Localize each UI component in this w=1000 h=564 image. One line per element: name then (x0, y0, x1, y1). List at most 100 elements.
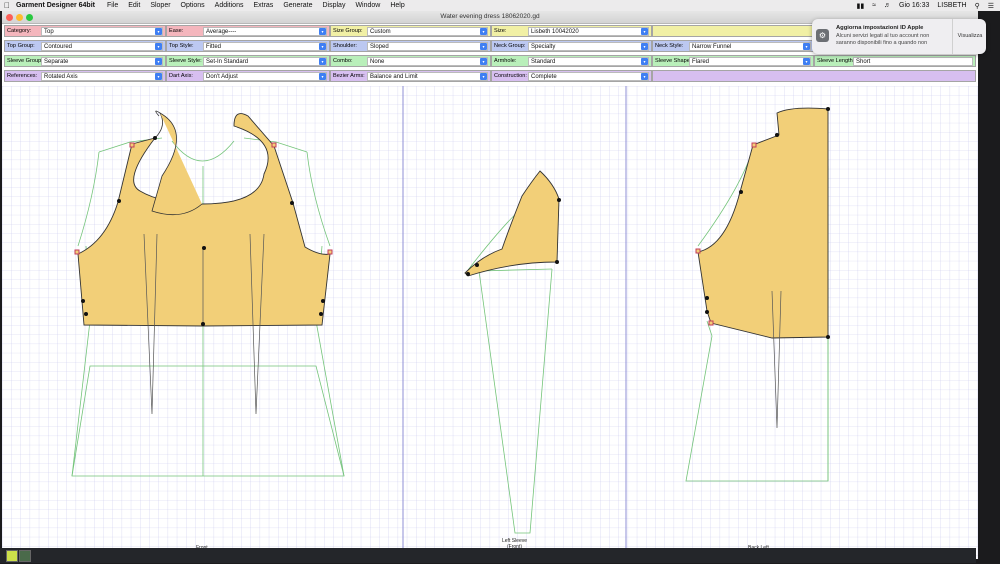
neck-group-select[interactable]: Specialty (528, 42, 649, 51)
top-group-control[interactable]: Top Group: Contoured ▾ (4, 40, 166, 52)
ease-label: Ease: (169, 28, 184, 34)
chevron-down-icon[interactable]: ▾ (480, 43, 487, 50)
dock-app-icon[interactable] (19, 550, 31, 562)
menubar:  Garment Designer 64bit File Edit Slope… (0, 0, 1000, 11)
volume-icon[interactable]: ♬ (884, 2, 891, 9)
menu-display[interactable]: Display (323, 2, 346, 9)
chevron-down-icon[interactable]: ▾ (641, 73, 648, 80)
apple-icon[interactable]:  (0, 1, 14, 10)
size-group-select[interactable]: Custom (367, 27, 488, 36)
construction-label: Construction: (494, 73, 527, 79)
dock-app-icon[interactable] (6, 550, 18, 562)
size-group-control[interactable]: Size Group: Custom ▾ (330, 25, 491, 37)
chevron-down-icon[interactable]: ▾ (803, 58, 810, 65)
menu-edit[interactable]: Edit (128, 2, 140, 9)
sleeve-shape-control[interactable]: Sleeve Shape: Flared ▾ (652, 55, 814, 67)
sleeve-length-select[interactable]: Short (853, 57, 973, 66)
combo-select[interactable]: None (367, 57, 488, 66)
menu-options[interactable]: Options (181, 2, 205, 9)
chevron-down-icon[interactable]: ▾ (641, 43, 648, 50)
list-icon[interactable]: ☰ (988, 2, 994, 10)
size-select[interactable]: Lisbeth 10042020 (528, 27, 649, 36)
chevron-down-icon[interactable]: ▾ (155, 28, 162, 35)
minimize-icon[interactable] (16, 13, 23, 21)
dock (0, 548, 976, 563)
wifi-icon[interactable]: ≈ (872, 2, 876, 9)
menu-window[interactable]: Window (355, 2, 380, 9)
bezier-arms-control[interactable]: Bezier Arms: Balance and Limit ▾ (330, 70, 491, 82)
dart-axis-select[interactable]: Don't Adjust (203, 72, 327, 81)
app-menu[interactable]: Garment Designer 64bit (16, 2, 95, 9)
chevron-down-icon[interactable]: ▾ (803, 43, 810, 50)
chevron-down-icon[interactable]: ▾ (480, 73, 487, 80)
size-group-label: Size Group: (333, 28, 363, 34)
menu-generate[interactable]: Generate (283, 2, 312, 9)
menu-extras[interactable]: Extras (253, 2, 273, 9)
chevron-down-icon[interactable]: ▾ (319, 58, 326, 65)
references-select[interactable]: Rotated Axis (41, 72, 163, 81)
armhole-control[interactable]: Armhole: Standard ▾ (491, 55, 652, 67)
pattern-drawing[interactable] (2, 86, 978, 559)
references-label: References: (7, 73, 38, 79)
neck-group-control[interactable]: Neck Group: Specialty ▾ (491, 40, 652, 52)
category-label: Category: (7, 28, 32, 34)
dart-axis-control[interactable]: Dart Axis: Don't Adjust ▾ (166, 70, 330, 82)
category-select[interactable]: Top (41, 27, 163, 36)
menu-sloper[interactable]: Sloper (150, 2, 170, 9)
battery-icon[interactable]: ▮▮ (856, 2, 864, 10)
sleeve-style-select[interactable]: Set-In Standard (203, 57, 327, 66)
chevron-down-icon[interactable]: ▾ (641, 28, 648, 35)
zoom-icon[interactable] (26, 13, 33, 21)
menu-file[interactable]: File (107, 2, 118, 9)
references-control[interactable]: References: Rotated Axis ▾ (4, 70, 166, 82)
shoulder-select[interactable]: Sloped (367, 42, 488, 51)
ease-select[interactable]: Average---- (203, 27, 327, 36)
settings-icon: ⚙ (816, 29, 829, 42)
size-control[interactable]: Size: Lisbeth 10042020 ▾ (491, 25, 652, 37)
menu-help[interactable]: Help (390, 2, 404, 9)
sleeve-group-select[interactable]: Separate (41, 57, 163, 66)
top-group-select[interactable]: Contoured (41, 42, 163, 51)
combo-control[interactable]: Combo: None ▾ (330, 55, 491, 67)
armhole-select[interactable]: Standard (528, 57, 649, 66)
sleeve-length-control[interactable]: Sleeve Length: Short (814, 55, 976, 67)
chevron-down-icon[interactable]: ▾ (319, 43, 326, 50)
chevron-down-icon[interactable]: ▾ (319, 28, 326, 35)
ease-control[interactable]: Ease: Average---- ▾ (166, 25, 330, 37)
neck-style-select[interactable]: Narrow Funnel (689, 42, 811, 51)
top-style-control[interactable]: Top Style: Fitted ▾ (166, 40, 330, 52)
chevron-down-icon[interactable]: ▾ (641, 58, 648, 65)
sleeve-group-control[interactable]: Sleeve Group: Separate ▾ (4, 55, 166, 67)
chevron-down-icon[interactable]: ▾ (319, 73, 326, 80)
chevron-down-icon[interactable]: ▾ (480, 58, 487, 65)
category-control[interactable]: Category: Top ▾ (4, 25, 166, 37)
combo-label: Combo: (333, 58, 353, 64)
chevron-down-icon[interactable]: ▾ (155, 43, 162, 50)
construction-select[interactable]: Complete (528, 72, 649, 81)
close-icon[interactable] (6, 13, 13, 21)
pattern-canvas[interactable]: Front Left Sleeve (Front) Back Left (2, 86, 978, 559)
top-style-label: Top Style: (169, 43, 194, 49)
neck-style-control[interactable]: Neck Style: Narrow Funnel ▾ (652, 40, 814, 52)
bezier-arms-select[interactable]: Balance and Limit (367, 72, 488, 81)
notification-body: Alcuni servizi legati al tuo account non… (836, 33, 930, 46)
construction-control[interactable]: Construction: Complete ▾ (491, 70, 652, 82)
chevron-down-icon[interactable]: ▾ (155, 58, 162, 65)
sleeve-shape-select[interactable]: Flared (689, 57, 811, 66)
view-button[interactable]: Visualizza (952, 19, 987, 54)
menu-additions[interactable]: Additions (215, 2, 244, 9)
dart-axis-label: Dart Axis: (169, 73, 193, 79)
notification-banner[interactable]: ⚙ Aggiorna impostazioni ID Apple Alcuni … (812, 19, 986, 54)
menubar-user[interactable]: LISBETH (937, 2, 966, 9)
shoulder-control[interactable]: Shoulder: Sloped ▾ (330, 40, 491, 52)
menubar-clock[interactable]: Gio 16:33 (899, 2, 929, 9)
sleeve-length-label: Sleeve Length: (817, 58, 853, 64)
chevron-down-icon[interactable]: ▾ (155, 73, 162, 80)
size-row-filler (652, 25, 814, 37)
top-style-select[interactable]: Fitted (203, 42, 327, 51)
sleeve-style-control[interactable]: Sleeve Style: Set-In Standard ▾ (166, 55, 330, 67)
sleeve-style-label: Sleeve Style: (169, 58, 202, 64)
search-icon[interactable]: ⚲ (975, 2, 980, 10)
chevron-down-icon[interactable]: ▾ (480, 28, 487, 35)
sleeve-shape-label: Sleeve Shape: (655, 58, 691, 64)
